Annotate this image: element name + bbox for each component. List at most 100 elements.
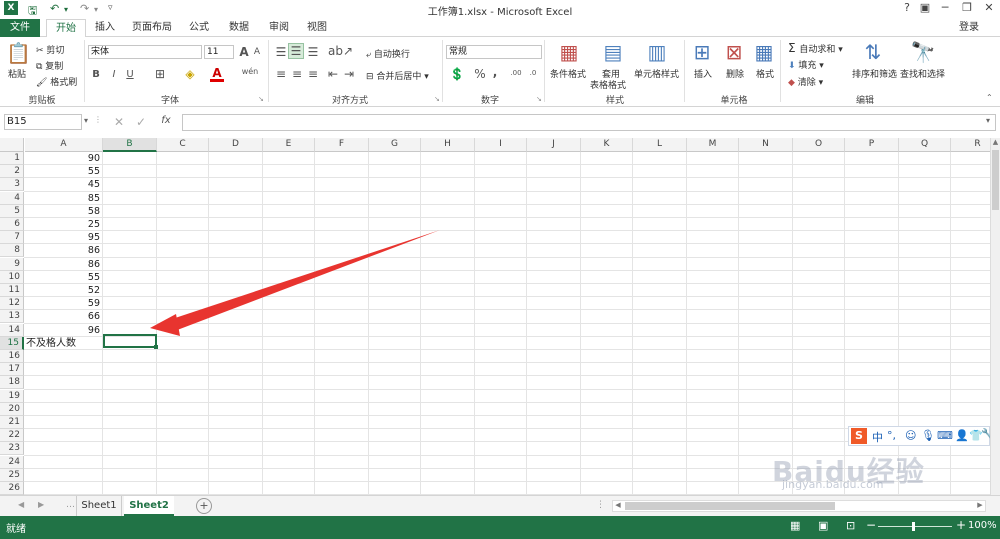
restore-button[interactable]: ❐ <box>956 1 978 17</box>
find-select-icon[interactable]: 🔭 <box>910 40 936 64</box>
font-size-select[interactable]: 11 <box>204 45 234 59</box>
borders-icon[interactable]: ⊞ <box>152 67 168 81</box>
scroll-left-icon[interactable]: ◀ <box>613 501 623 511</box>
paste-button-label[interactable]: 粘贴 <box>8 67 26 80</box>
accounting-format-icon[interactable]: 💲 <box>448 67 466 81</box>
zoom-slider[interactable] <box>878 526 952 527</box>
settings-wrench-icon[interactable]: 🔧 <box>981 429 990 440</box>
zoom-out-button[interactable]: − <box>866 518 876 532</box>
ime-language-label[interactable]: 中 <box>872 429 883 445</box>
decrease-indent-icon[interactable]: ⇤ <box>326 67 340 81</box>
format-cells-button[interactable]: 格式 <box>756 67 774 80</box>
ribbon-display-icon[interactable]: ▣ <box>914 1 936 17</box>
insert-cells-icon[interactable]: ⊞ <box>690 40 714 64</box>
zoom-slider-thumb[interactable] <box>912 522 915 531</box>
tab-home[interactable]: 开始 <box>46 19 86 38</box>
fill-color-icon[interactable]: ◈ <box>182 67 198 81</box>
minimize-button[interactable]: ─ <box>934 1 956 17</box>
worksheet-grid[interactable]: ABCDEFGHIJKLMNOPQR 1 2 3 4 5 6 7 8 9 10 11 12 13 14 15… <box>0 138 990 495</box>
format-cells-icon[interactable]: ▦ <box>752 40 776 64</box>
expand-formula-icon[interactable]: ▾ <box>986 116 990 125</box>
sort-filter-button[interactable]: 排序和筛选 <box>852 67 897 80</box>
italic-button[interactable]: I <box>108 69 120 80</box>
grow-font-icon[interactable]: A <box>237 45 251 59</box>
clear-button[interactable]: ◆ 清除 ▾ <box>788 75 823 88</box>
increase-decimal-button[interactable]: .00 <box>508 69 524 77</box>
fill-button[interactable]: ⬇ 填充 ▾ <box>788 58 824 71</box>
orientation-icon[interactable]: ab↗ <box>328 44 353 58</box>
align-right-icon[interactable]: ≡ <box>306 67 320 81</box>
formula-input[interactable] <box>182 114 996 131</box>
format-as-table-icon[interactable]: ▤ <box>600 40 626 64</box>
format-painter-button[interactable]: 🖌 格式刷 <box>36 75 77 88</box>
number-format-select[interactable]: 常规 <box>446 45 542 59</box>
more-sheets-icon[interactable]: … <box>66 500 75 510</box>
wrap-text-button[interactable]: ⤶ 自动换行 <box>366 47 410 60</box>
scroll-right-icon[interactable]: ▶ <box>975 501 985 511</box>
align-left-icon[interactable]: ≡ <box>274 67 288 81</box>
number-launcher-icon[interactable]: ↘ <box>536 95 542 103</box>
new-sheet-icon[interactable]: + <box>196 498 212 514</box>
align-top-icon[interactable]: ☰ <box>274 45 288 59</box>
autosum-button[interactable]: Σ 自动求和 ▾ <box>788 41 843 55</box>
sign-in-link[interactable]: 登录 <box>952 19 986 37</box>
font-launcher-icon[interactable]: ↘ <box>258 95 264 103</box>
name-box-dropdown-icon[interactable]: ▾ <box>84 116 88 125</box>
find-select-button[interactable]: 查找和选择 <box>900 67 945 80</box>
enter-formula-icon[interactable]: ✓ <box>134 115 148 129</box>
keyboard-icon[interactable]: ⌨ <box>937 429 953 442</box>
tab-insert[interactable]: 插入 <box>88 19 122 37</box>
bold-button[interactable]: B <box>90 69 102 80</box>
collapse-ribbon-icon[interactable]: ⌃ <box>986 93 993 102</box>
decrease-decimal-button[interactable]: .0 <box>526 69 540 77</box>
delete-cells-icon[interactable]: ⊠ <box>722 40 746 64</box>
vertical-scrollbar[interactable]: ▲ <box>990 138 1000 495</box>
align-center-icon[interactable]: ≡ <box>290 67 304 81</box>
conditional-format-icon[interactable]: ▦ <box>556 40 582 64</box>
split-handle-icon[interactable]: ⋮ <box>596 500 605 510</box>
insert-cells-button[interactable]: 插入 <box>694 67 712 80</box>
comma-style-button[interactable]: , <box>490 65 500 79</box>
align-bottom-icon[interactable]: ☰ <box>306 45 320 59</box>
increase-indent-icon[interactable]: ⇥ <box>342 67 356 81</box>
microphone-icon[interactable]: 🎙 <box>921 429 935 442</box>
conditional-format-button[interactable]: 条件格式 <box>550 67 586 80</box>
zoom-in-button[interactable]: + <box>956 518 966 532</box>
user-icon[interactable]: 👤 <box>955 429 969 442</box>
name-box[interactable]: B15 <box>4 114 82 130</box>
page-layout-view-icon[interactable]: ▣ <box>818 519 828 532</box>
tab-data[interactable]: 数据 <box>222 19 256 37</box>
percent-style-button[interactable]: % <box>474 67 486 81</box>
close-button[interactable]: ✕ <box>978 1 1000 17</box>
font-name-select[interactable]: 宋体 <box>88 45 202 59</box>
scroll-up-icon[interactable]: ▲ <box>991 138 1000 148</box>
cancel-formula-icon[interactable]: ✕ <box>112 115 126 129</box>
sort-filter-icon[interactable]: ⇅ <box>860 40 886 64</box>
next-sheet-icon[interactable]: ▶ <box>38 500 44 509</box>
tab-page-layout[interactable]: 页面布局 <box>126 19 178 37</box>
vertical-scroll-thumb[interactable] <box>992 150 999 210</box>
shrink-font-icon[interactable]: A <box>251 47 263 57</box>
cut-button[interactable]: ✂ 剪切 <box>36 43 64 56</box>
underline-button[interactable]: U <box>124 69 136 80</box>
normal-view-icon[interactable]: ▦ <box>790 519 800 532</box>
sheet-tab-sheet2[interactable]: Sheet2 <box>124 496 174 516</box>
merge-center-button[interactable]: ⊟ 合并后居中 ▾ <box>366 69 429 82</box>
horizontal-scroll-thumb[interactable] <box>625 502 835 510</box>
delete-cells-button[interactable]: 删除 <box>726 67 744 80</box>
punctuation-icon[interactable]: °, <box>887 429 896 442</box>
cell-styles-button[interactable]: 单元格样式 <box>634 67 679 80</box>
font-color-icon[interactable]: A <box>210 67 224 82</box>
tab-view[interactable]: 视图 <box>300 19 334 37</box>
paste-icon[interactable]: 📋 <box>6 41 31 65</box>
align-middle-icon[interactable]: ☰ <box>288 43 304 59</box>
tab-file[interactable]: 文件 <box>0 19 40 37</box>
ime-toolbar[interactable]: S 中 °, ☺ 🎙 ⌨ 👤 👕 🔧 <box>848 426 990 446</box>
alignment-launcher-icon[interactable]: ↘ <box>434 95 440 103</box>
phonetic-icon[interactable]: wén <box>240 67 260 76</box>
tab-formulas[interactable]: 公式 <box>182 19 216 37</box>
insert-function-icon[interactable]: fx <box>158 115 174 126</box>
copy-button[interactable]: ⧉ 复制 <box>36 59 63 72</box>
emoji-icon[interactable]: ☺ <box>905 429 916 442</box>
tab-review[interactable]: 审阅 <box>262 19 296 37</box>
